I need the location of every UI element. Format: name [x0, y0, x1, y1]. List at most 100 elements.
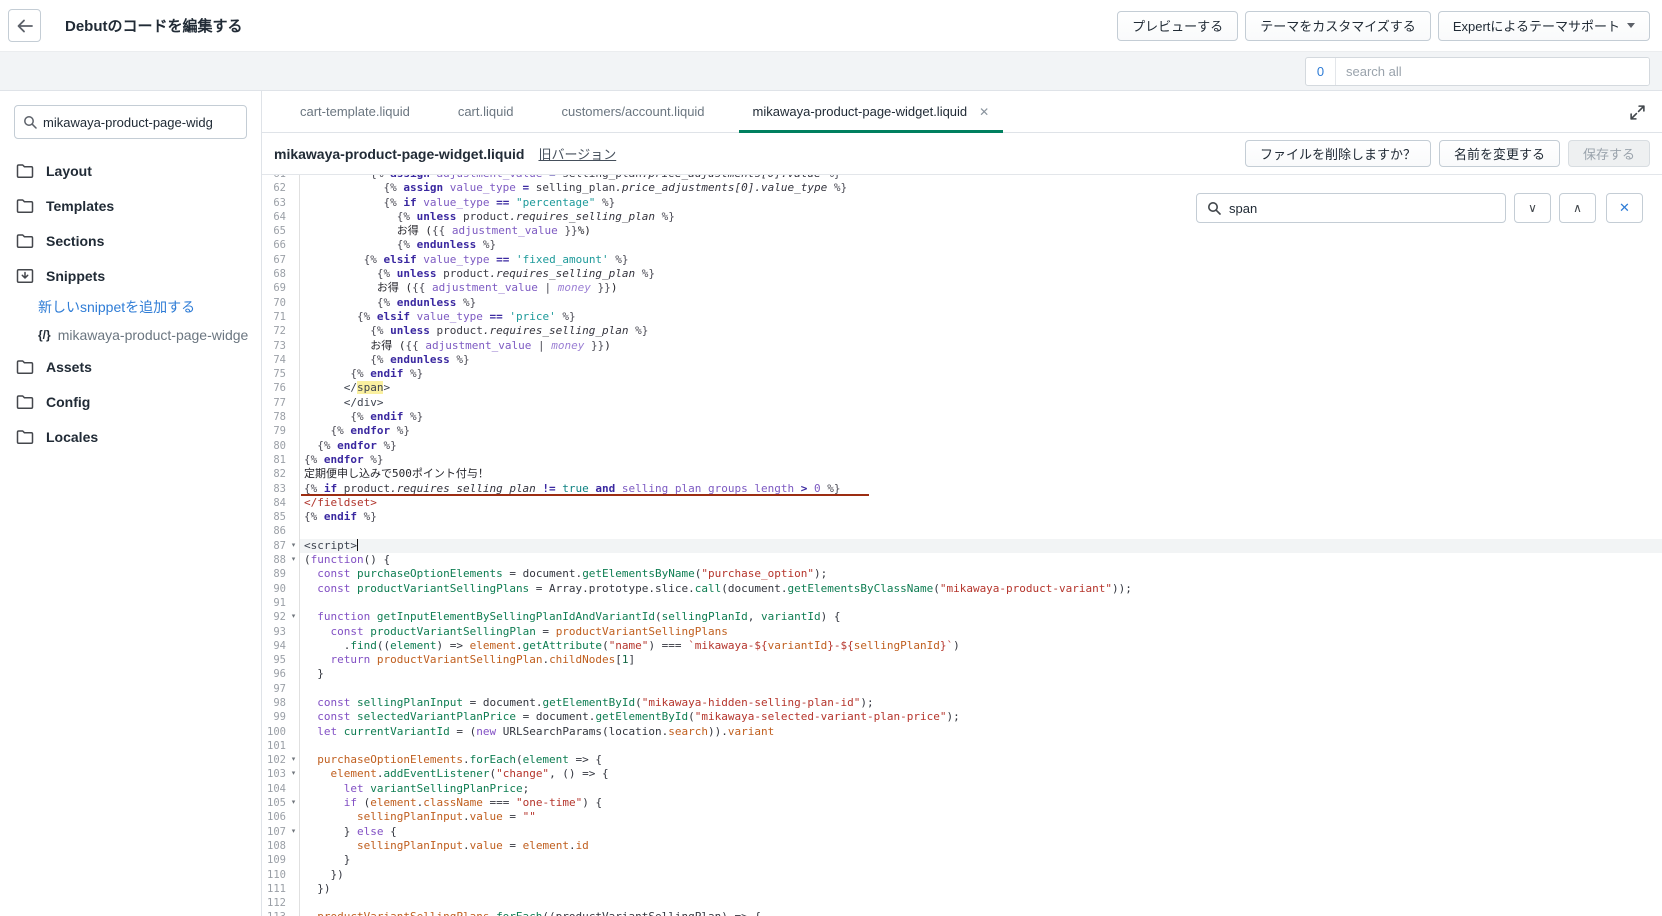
code-line[interactable]: 87 ▾ <script> [262, 538, 1662, 554]
code-line[interactable]: 95 return productVariantSellingPlan.chil… [262, 653, 1662, 668]
find-previous-button[interactable]: ∧ [1559, 193, 1596, 223]
code-line[interactable]: 65 お得 ({{ adjustment_value }}%) [262, 224, 1662, 239]
code-text: お得 ({{ adjustment_value }}%) [304, 224, 591, 238]
code-line[interactable]: 102 ▾ purchaseOptionElements.forEach(elem… [262, 753, 1662, 768]
code-text: return productVariantSellingPlan.childNo… [330, 653, 636, 667]
code-line[interactable]: 91 [262, 595, 1662, 611]
code-line[interactable]: 73 お得 ({{ adjustment_value | money }}) [262, 338, 1662, 353]
global-search: 0 [1305, 56, 1650, 86]
code-line[interactable]: 108 sellingPlanInput.value = element.id [262, 838, 1662, 854]
code-line[interactable]: 70 {% endunless %} [262, 295, 1662, 310]
fold-toggle-icon[interactable]: ▾ [288, 538, 300, 554]
sidebar-file-item[interactable]: {/} mikawaya-product-page-widge [0, 321, 261, 349]
code-scroll-area[interactable]: 61 {% assign adjustment_value = selling_… [262, 175, 1662, 916]
tab-cart-liquid[interactable]: cart.liquid [434, 91, 538, 132]
fold-toggle-icon[interactable]: ▾ [288, 767, 300, 782]
line-number: 83 [273, 482, 286, 495]
sidebar-item-config[interactable]: Config [0, 384, 261, 419]
code-line[interactable]: 105 ▾ if (element.className === "one-time… [262, 796, 1662, 811]
close-tab-icon[interactable]: ✕ [979, 105, 989, 119]
code-line[interactable]: 103 ▾ element.addEventListener("change", … [262, 767, 1662, 782]
code-line[interactable]: 72 {% unless product.requires_selling_pl… [262, 324, 1662, 339]
sidebar-item-sections[interactable]: Sections [0, 223, 261, 258]
code-line[interactable]: 106 sellingPlanInput.value = "" [262, 810, 1662, 825]
fullscreen-toggle-button[interactable] [1626, 101, 1648, 123]
close-find-button[interactable]: ✕ [1606, 193, 1643, 223]
code-line[interactable]: 107 ▾ } else { [262, 824, 1662, 839]
code-line[interactable]: 68 {% unless product.requires_selling_pl… [262, 267, 1662, 282]
code-line[interactable]: 67 {% elsif value_type == 'fixed_amount'… [262, 252, 1662, 268]
code-line[interactable]: 83 {% if product.requires_selling_plan !=… [262, 481, 1662, 496]
code-text: }) [304, 881, 331, 895]
code-line[interactable]: 85 {% endif %} [262, 510, 1662, 525]
delete-file-button[interactable]: ファイルを削除しますか？ [1244, 140, 1431, 167]
code-line[interactable]: 98 const sellingPlanInput = document.get… [262, 695, 1662, 711]
code-line[interactable]: 77 </div> [262, 395, 1662, 411]
code-line[interactable]: 82 定期便申し込みで500ポイント付与！ [262, 467, 1662, 482]
code-line[interactable]: 74 {% endunless %} [262, 352, 1662, 368]
code-line[interactable]: 88 ▾ (function() { [262, 553, 1662, 568]
find-next-button[interactable]: ∨ [1514, 193, 1551, 223]
sidebar-item-label: Templates [46, 197, 115, 214]
code-line[interactable]: 81 {% endfor %} [262, 452, 1662, 468]
fold-gutter [288, 667, 300, 682]
save-button[interactable]: 保存する [1567, 140, 1650, 167]
code-line[interactable]: 76 </span> [262, 381, 1662, 396]
code-line[interactable]: 99 const selectedVariantPlanPrice = docu… [262, 710, 1662, 725]
fold-gutter [288, 581, 300, 596]
tab-customers-account-liquid[interactable]: customers/account.liquid [537, 91, 728, 132]
fold-toggle-icon[interactable]: ▾ [288, 553, 300, 568]
code-editor[interactable]: 61 {% assign adjustment_value = selling_… [262, 175, 1662, 916]
code-line[interactable]: 101 [262, 738, 1662, 754]
code-line[interactable]: 69 お得 ({{ adjustment_value | money }}) [262, 281, 1662, 296]
code-line[interactable]: 71 {% elsif value_type == 'price' %} [262, 309, 1662, 325]
customize-theme-button[interactable]: テーマをカスタマイズする [1245, 10, 1431, 41]
code-line[interactable]: 93 const productVariantSellingPlan = pro… [262, 624, 1662, 639]
code-line[interactable]: 100 let currentVariantId = (new URLSearc… [262, 724, 1662, 739]
preview-button[interactable]: プレビューする [1117, 10, 1239, 41]
fold-gutter [288, 624, 300, 639]
old-version-link[interactable]: 旧バージョン [538, 144, 616, 163]
global-search-input[interactable] [1336, 57, 1649, 85]
code-line[interactable]: 112 [262, 896, 1662, 911]
sidebar-item-templates[interactable]: Templates [0, 188, 261, 223]
code-line[interactable]: 89 const purchaseOptionElements = docume… [262, 567, 1662, 582]
fold-toggle-icon[interactable]: ▾ [288, 610, 300, 625]
add-snippet-link[interactable]: 新しいsnippetを追加する [0, 293, 261, 321]
fold-gutter [288, 481, 300, 496]
file-actions: ファイルを削除しますか？ 名前を変更する 保存する [1244, 140, 1650, 167]
code-line[interactable]: 84 </fieldset> [262, 495, 1662, 511]
sidebar-item-assets[interactable]: Assets [0, 349, 261, 384]
code-line[interactable]: 110 }) [262, 867, 1662, 882]
sidebar-item-locales[interactable]: Locales [0, 419, 261, 454]
code-line[interactable]: 86 [262, 524, 1662, 539]
fold-toggle-icon[interactable]: ▾ [288, 824, 300, 839]
fold-gutter [288, 838, 300, 854]
code-line[interactable]: 78 {% endif %} [262, 410, 1662, 425]
tab-mikawaya-product-page-widget-liquid[interactable]: mikawaya-product-page-widget.liquid ✕ [729, 91, 1014, 133]
fold-toggle-icon[interactable]: ▾ [288, 753, 300, 768]
sidebar-search-input[interactable] [43, 114, 238, 130]
code-line[interactable]: 111 }) [262, 881, 1662, 897]
code-line[interactable]: 96 } [262, 667, 1662, 682]
code-line[interactable]: 104 let variantSellingPlanPrice; [262, 781, 1662, 797]
code-line[interactable]: 109 } [262, 853, 1662, 868]
sidebar-item-layout[interactable]: Layout [0, 153, 261, 188]
fold-toggle-icon[interactable]: ▾ [288, 796, 300, 811]
editor-find-input[interactable] [1229, 200, 1495, 216]
line-number: 104 [267, 782, 286, 795]
tab-cart-template-liquid[interactable]: cart-template.liquid [276, 91, 434, 132]
code-line[interactable]: 94 .find((element) => element.getAttribu… [262, 638, 1662, 654]
code-line[interactable]: 97 [262, 681, 1662, 696]
code-line[interactable]: 75 {% endif %} [262, 367, 1662, 382]
expert-support-button[interactable]: Expertによるテーマサポート [1437, 10, 1650, 41]
sidebar-item-snippets[interactable]: Snippets [0, 258, 261, 293]
code-line[interactable]: 90 const productVariantSellingPlans = Ar… [262, 581, 1662, 596]
code-line[interactable]: 80 {% endfor %} [262, 438, 1662, 453]
back-button[interactable] [8, 9, 41, 42]
rename-file-button[interactable]: 名前を変更する [1438, 140, 1560, 167]
code-line[interactable]: 113 productVariantSellingPlans.forEach((… [262, 910, 1662, 916]
code-line[interactable]: 92 ▾ function getInputElementBySellingPla… [262, 610, 1662, 625]
code-line[interactable]: 79 {% endfor %} [262, 424, 1662, 439]
code-line[interactable]: 66 {% endunless %} [262, 238, 1662, 253]
